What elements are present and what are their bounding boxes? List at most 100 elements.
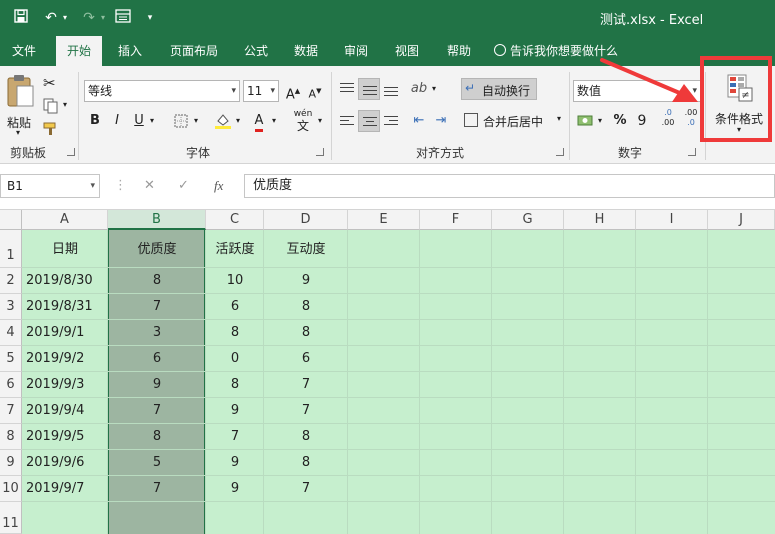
- decrease-indent-icon[interactable]: ⇤: [408, 110, 430, 132]
- header-cell-quality[interactable]: 优质度: [108, 238, 206, 257]
- table-cell-quality[interactable]: 7: [108, 299, 206, 314]
- table-cell-interaction[interactable]: 6: [264, 351, 348, 366]
- tab-help[interactable]: 帮助: [439, 36, 479, 66]
- undo-dropdown-icon[interactable]: ▾: [60, 9, 70, 27]
- table-cell-interaction[interactable]: 7: [264, 377, 348, 392]
- column-header-i[interactable]: I: [636, 210, 708, 230]
- table-cell-date[interactable]: 2019/9/7: [26, 481, 84, 496]
- table-cell-quality[interactable]: 8: [108, 429, 206, 444]
- column-header-a[interactable]: A: [22, 210, 108, 230]
- font-launcher-icon[interactable]: [316, 148, 324, 156]
- borders-icon[interactable]: [170, 110, 192, 132]
- table-cell-activity[interactable]: 8: [206, 377, 264, 392]
- table-cell-interaction[interactable]: 8: [264, 455, 348, 470]
- middle-align-button[interactable]: [358, 78, 380, 100]
- table-cell-interaction[interactable]: 7: [264, 403, 348, 418]
- row-header[interactable]: 6: [0, 372, 22, 398]
- table-cell-date[interactable]: 2019/8/30: [26, 273, 93, 288]
- top-align-button[interactable]: [336, 78, 358, 100]
- form-icon[interactable]: [114, 9, 132, 28]
- tab-file[interactable]: 文件: [2, 36, 46, 66]
- column-header-g[interactable]: G: [492, 210, 564, 230]
- row-header[interactable]: 11: [0, 502, 22, 534]
- table-cell-date[interactable]: 2019/9/4: [26, 403, 84, 418]
- row-header[interactable]: 3: [0, 294, 22, 320]
- row-header[interactable]: 10: [0, 476, 22, 502]
- clipboard-launcher-icon[interactable]: [67, 148, 75, 156]
- table-cell-activity[interactable]: 8: [206, 325, 264, 340]
- borders-dropdown-icon[interactable]: ▾: [190, 110, 202, 132]
- table-cell-interaction[interactable]: 8: [264, 429, 348, 444]
- merge-center-button[interactable]: 合并后居中 ▾: [461, 110, 567, 132]
- tab-formulas[interactable]: 公式: [236, 36, 276, 66]
- font-color-button[interactable]: A: [248, 110, 270, 132]
- tab-review[interactable]: 审阅: [336, 36, 376, 66]
- tab-page-layout[interactable]: 页面布局: [162, 36, 226, 66]
- enter-icon[interactable]: ✓: [178, 178, 189, 193]
- row-header[interactable]: 7: [0, 398, 22, 424]
- table-cell-quality[interactable]: 3: [108, 325, 206, 340]
- header-cell-interaction[interactable]: 互动度: [264, 238, 348, 257]
- underline-dropdown-icon[interactable]: ▾: [146, 110, 158, 132]
- column-header-c[interactable]: C: [206, 210, 264, 230]
- fill-color-dropdown-icon[interactable]: ▾: [232, 110, 244, 132]
- table-cell-activity[interactable]: 9: [206, 403, 264, 418]
- phonetic-guide-button[interactable]: wén 文: [290, 108, 316, 132]
- align-left-button[interactable]: [336, 110, 358, 132]
- tab-data[interactable]: 数据: [286, 36, 326, 66]
- paste-button[interactable]: 粘贴 ▾: [4, 74, 36, 137]
- tab-home[interactable]: 开始: [56, 36, 102, 66]
- row-header[interactable]: 5: [0, 346, 22, 372]
- table-cell-quality[interactable]: 6: [108, 351, 206, 366]
- table-cell-date[interactable]: 2019/9/2: [26, 351, 84, 366]
- insert-function-icon[interactable]: fx: [214, 178, 223, 194]
- table-cell-activity[interactable]: 6: [206, 299, 264, 314]
- name-box[interactable]: B1 ▾: [0, 174, 100, 198]
- table-cell-activity[interactable]: 10: [206, 273, 264, 288]
- table-cell-date[interactable]: 2019/8/31: [26, 299, 93, 314]
- table-cell-date[interactable]: 2019/9/3: [26, 377, 84, 392]
- bottom-align-button[interactable]: [380, 78, 402, 100]
- name-box-dropdown-icon[interactable]: ▾: [90, 175, 95, 197]
- format-painter-icon[interactable]: [43, 122, 59, 139]
- column-header-e[interactable]: E: [348, 210, 420, 230]
- column-header-h[interactable]: H: [564, 210, 636, 230]
- table-cell-date[interactable]: 2019/9/1: [26, 325, 84, 340]
- save-icon[interactable]: [12, 9, 30, 28]
- font-color-dropdown-icon[interactable]: ▾: [268, 110, 280, 132]
- align-center-button[interactable]: [358, 110, 380, 132]
- table-cell-date[interactable]: 2019/9/6: [26, 455, 84, 470]
- table-cell-quality[interactable]: 8: [108, 273, 206, 288]
- table-cell-quality[interactable]: 7: [108, 403, 206, 418]
- orientation-button[interactable]: ab: [408, 78, 430, 100]
- font-name-combo[interactable]: 等线 ▾: [84, 80, 240, 102]
- accounting-format-icon[interactable]: [574, 110, 596, 132]
- cancel-icon[interactable]: ✕: [144, 178, 155, 193]
- align-right-button[interactable]: [380, 110, 402, 132]
- table-cell-activity[interactable]: 7: [206, 429, 264, 444]
- row-header[interactable]: 8: [0, 424, 22, 450]
- shrink-font-button[interactable]: A▼: [304, 80, 326, 102]
- header-cell-date[interactable]: 日期: [22, 238, 108, 257]
- table-cell-interaction[interactable]: 7: [264, 481, 348, 496]
- table-cell-activity[interactable]: 9: [206, 481, 264, 496]
- column-header-d[interactable]: D: [264, 210, 348, 230]
- row-header[interactable]: 9: [0, 450, 22, 476]
- formula-input[interactable]: 优质度: [244, 174, 775, 198]
- wrap-text-button[interactable]: ↵ 自动换行: [461, 78, 537, 100]
- table-cell-interaction[interactable]: 8: [264, 299, 348, 314]
- table-cell-interaction[interactable]: 9: [264, 273, 348, 288]
- column-header-f[interactable]: F: [420, 210, 492, 230]
- fill-color-icon[interactable]: [212, 110, 234, 132]
- tab-insert[interactable]: 插入: [108, 36, 152, 66]
- redo-dropdown-icon[interactable]: ▾: [98, 9, 108, 27]
- copy-icon[interactable]: [43, 98, 59, 117]
- redo-icon[interactable]: ↷: [80, 9, 98, 27]
- row-header[interactable]: 4: [0, 320, 22, 346]
- tab-view[interactable]: 视图: [387, 36, 427, 66]
- grow-font-button[interactable]: A▲: [282, 80, 304, 102]
- phonetic-dropdown-icon[interactable]: ▾: [314, 110, 326, 132]
- alignment-launcher-icon[interactable]: [556, 148, 564, 156]
- customize-qat-icon[interactable]: ▾: [144, 9, 156, 27]
- table-cell-activity[interactable]: 9: [206, 455, 264, 470]
